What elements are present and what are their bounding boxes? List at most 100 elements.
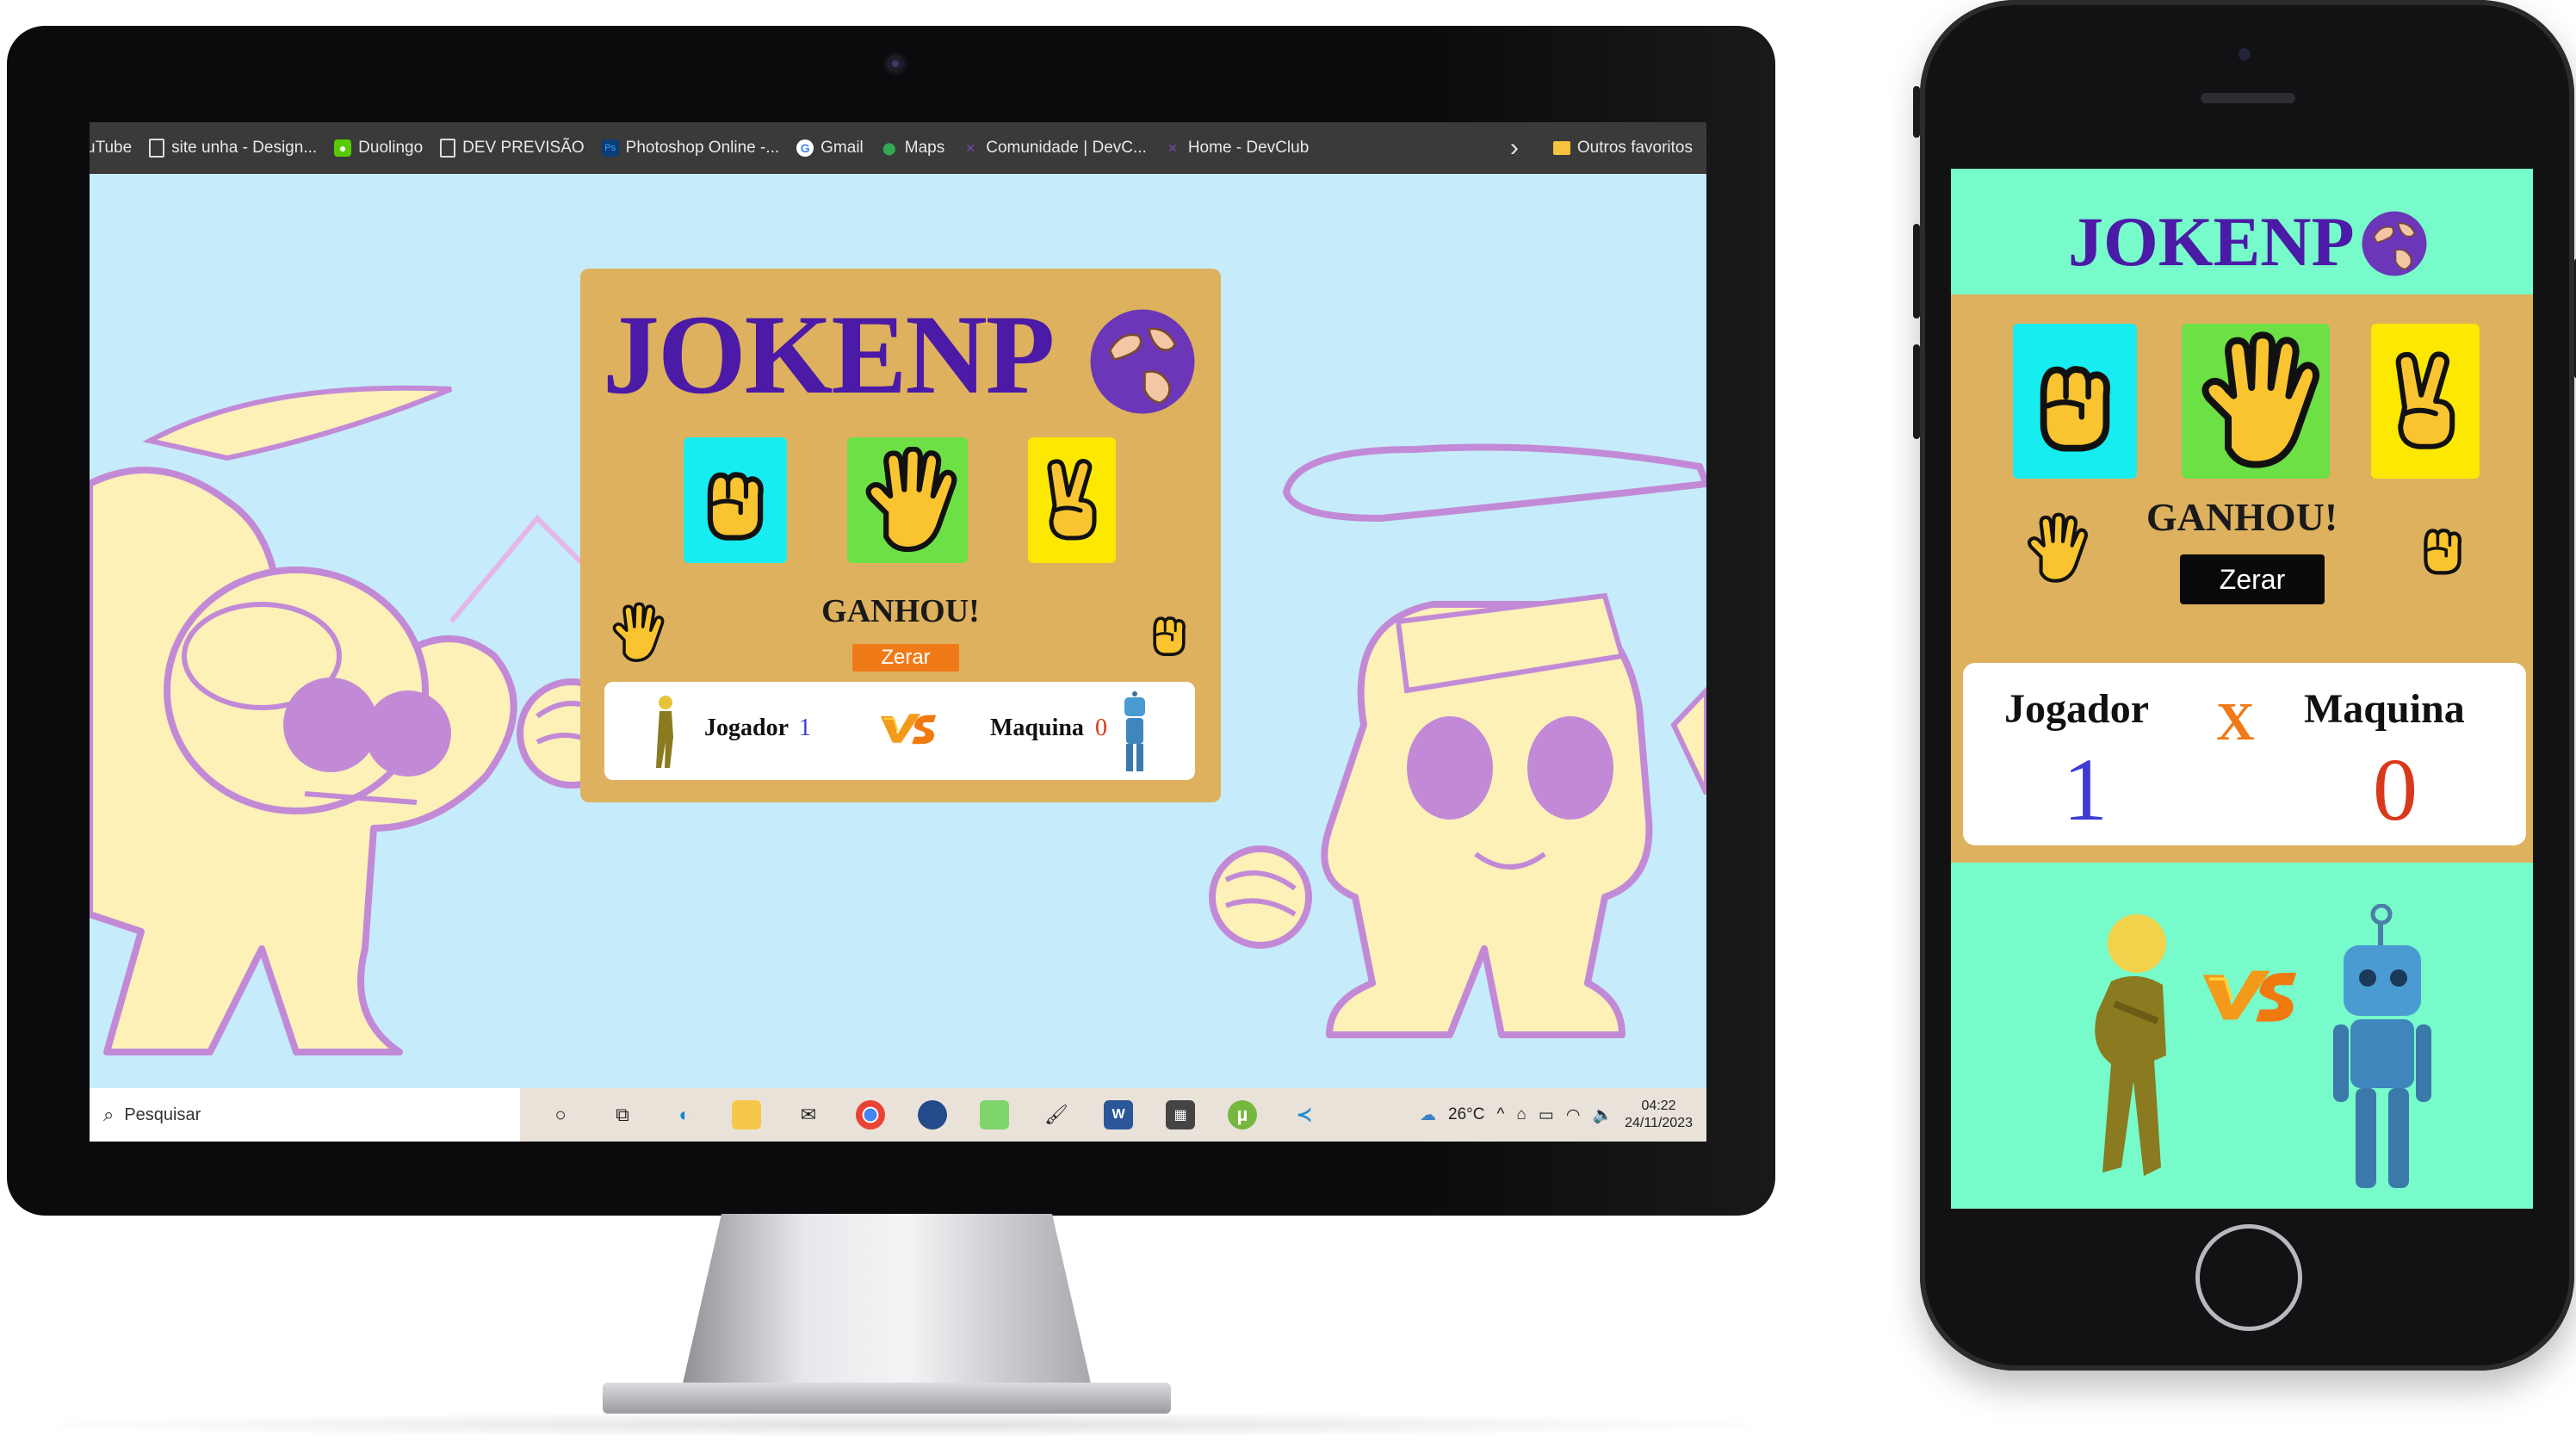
bookmark-devclub-home[interactable]: ✕ Home - DevClub [1164, 139, 1309, 158]
front-camera [2239, 48, 2251, 60]
edge-icon[interactable]: ◐ [670, 1100, 699, 1129]
desktop-screen: uTube site unha - Design... ● Duolingo D… [90, 122, 1706, 1142]
scissors-choice-button[interactable] [2371, 324, 2480, 479]
desktop-monitor: uTube site unha - Design... ● Duolingo D… [7, 26, 1775, 1216]
browser-icon[interactable] [918, 1100, 947, 1129]
volume-icon[interactable]: 🔈 [1592, 1105, 1613, 1125]
player-figure-icon [656, 696, 673, 768]
bookmark-label: Home - DevClub [1187, 139, 1310, 157]
score-panel: Jogador X Maquina 1 0 [1963, 663, 2526, 845]
vscode-icon[interactable]: ≺ [1290, 1100, 1319, 1129]
weather-icon[interactable]: ☁ [1420, 1105, 1436, 1125]
folder-icon [1552, 141, 1570, 155]
bookmark-label: DEV PREVISÃO [462, 139, 585, 157]
cortana-icon[interactable]: ○ [546, 1100, 575, 1129]
duolingo-icon: ● [334, 139, 352, 157]
vs-x-label: X [2216, 693, 2255, 752]
bookmark-comunidade[interactable]: ✕ Comunidade | DevC... [962, 139, 1146, 158]
player-figure-icon [2095, 914, 2166, 1176]
monitor-stand-base [603, 1383, 1171, 1414]
bookmark-photoshop[interactable]: Ps Photoshop Online -... [601, 139, 780, 158]
bookmarks-bar: uTube site unha - Design... ● Duolingo D… [90, 122, 1706, 174]
rock-choice-button[interactable] [684, 437, 787, 563]
machine-choice-rock-icon [1143, 604, 1195, 661]
other-favorites[interactable]: Outros favoritos [1552, 139, 1693, 158]
bookmark-maps[interactable]: ⬤ Maps [881, 139, 944, 158]
rock-choice-button[interactable] [2013, 324, 2137, 479]
photoshop-icon: Ps [601, 139, 619, 157]
bookmark-site-unha[interactable]: site unha - Design... [149, 139, 317, 158]
bookmark-label: Duolingo [358, 139, 424, 157]
clock-date: 24/11/2023 [1625, 1116, 1693, 1130]
taskbar-clock[interactable]: 04:22 24/11/2023 [1625, 1098, 1693, 1132]
bookmark-youtube[interactable]: uTube [90, 139, 132, 158]
battery-icon[interactable]: ▭ [1539, 1105, 1554, 1125]
notepad-plus-icon[interactable] [980, 1100, 1009, 1129]
bookmarks-more-button[interactable]: › [1510, 133, 1519, 163]
scissors-choice-button[interactable] [1028, 437, 1116, 563]
home-button[interactable] [2195, 1224, 2302, 1331]
search-placeholder: Pesquisar [124, 1105, 201, 1124]
bookmark-label: Gmail [820, 139, 864, 157]
word-icon[interactable]: W [1104, 1100, 1133, 1129]
maps-icon: ⬤ [882, 141, 896, 155]
bookmark-duolingo[interactable]: ● Duolingo [334, 139, 423, 158]
task-view-icon[interactable]: ⧉ [608, 1100, 637, 1129]
monitor-stand-neck [680, 1214, 1093, 1395]
phone-side-button [1913, 86, 1920, 138]
devclub-icon: ✕ [1167, 141, 1178, 155]
tray-chevron-icon[interactable]: ^ [1496, 1105, 1504, 1124]
chrome-icon[interactable] [856, 1100, 885, 1129]
player-label: Jogador [2004, 686, 2149, 732]
vs-logo-icon [878, 708, 938, 749]
temperature[interactable]: 26°C [1448, 1105, 1484, 1124]
google-icon: G [796, 139, 814, 157]
bookmark-dev-previsao[interactable]: DEV PREVISÃO [440, 139, 585, 158]
jokenpo-hands-logo-icon [1088, 307, 1197, 416]
paint-icon[interactable]: 🖌 [1042, 1100, 1071, 1129]
phone-volume-up [1913, 224, 1920, 319]
paper-hand-icon [2187, 328, 2325, 474]
machine-score: 0 [2373, 740, 2418, 839]
paper-choice-button[interactable] [847, 437, 968, 563]
player-score: 1 [799, 715, 811, 741]
phone-earpiece [2201, 93, 2295, 103]
robot-figure-icon [1124, 691, 1145, 771]
phone-volume-down [1913, 344, 1920, 439]
other-favorites-label: Outros favoritos [1576, 139, 1693, 157]
monitor-webcam [887, 55, 904, 72]
utorrent-icon[interactable]: µ [1228, 1100, 1257, 1129]
wifi-icon[interactable]: ◠ [1566, 1105, 1581, 1125]
taskbar-search-box[interactable]: ⌕ Pesquisar [90, 1088, 520, 1142]
reset-button[interactable]: Zerar [852, 644, 959, 671]
desktop-game-card: JOKENP GANHOU! Zerar Jogador 1 Maquina 0 [580, 269, 1221, 802]
jokenpo-hands-logo-icon [2361, 210, 2428, 277]
bookmark-label: uTube [90, 139, 133, 157]
taskbar-apps: ○ ⧉ ◐ ✉ 🖌 W ▦ µ ≺ [546, 1100, 1319, 1129]
score-panel: Jogador 1 Maquina 0 [604, 682, 1195, 780]
robot-figure-icon [2333, 904, 2431, 1188]
clock-time: 04:22 [1641, 1099, 1676, 1113]
reset-button[interactable]: Zerar [2180, 554, 2325, 604]
devclub-icon: ✕ [965, 141, 976, 155]
file-explorer-icon[interactable] [732, 1100, 761, 1129]
mail-icon[interactable]: ✉ [794, 1100, 823, 1129]
page-icon [149, 139, 165, 158]
mobile-header: JOKENP [1951, 169, 2533, 294]
paper-choice-button[interactable] [2182, 324, 2330, 479]
bookmark-label: Photoshop Online -... [625, 139, 780, 157]
game-title-text: JOKENP [603, 291, 1055, 418]
rock-hand-icon [690, 455, 780, 545]
network-icon[interactable]: ⌂ [1516, 1105, 1526, 1124]
bookmark-gmail[interactable]: G Gmail [796, 139, 864, 158]
result-text: GANHOU! [821, 593, 980, 629]
machine-choice-rock-icon [2412, 513, 2473, 582]
floor-shadow [0, 1412, 1808, 1438]
vs-logo-icon [2199, 959, 2300, 1031]
bookmarks-right: › Outros favoritos [1510, 122, 1693, 174]
calculator-icon[interactable]: ▦ [1166, 1100, 1195, 1129]
player-score: 1 [2063, 740, 2108, 839]
mobile-title-text: JOKENP [2068, 202, 2355, 281]
rock-hand-icon [2019, 341, 2131, 461]
mobile-phone: JOKENP GANHOU! Zerar Jogador X Maquina 1 [1913, 0, 2576, 1371]
